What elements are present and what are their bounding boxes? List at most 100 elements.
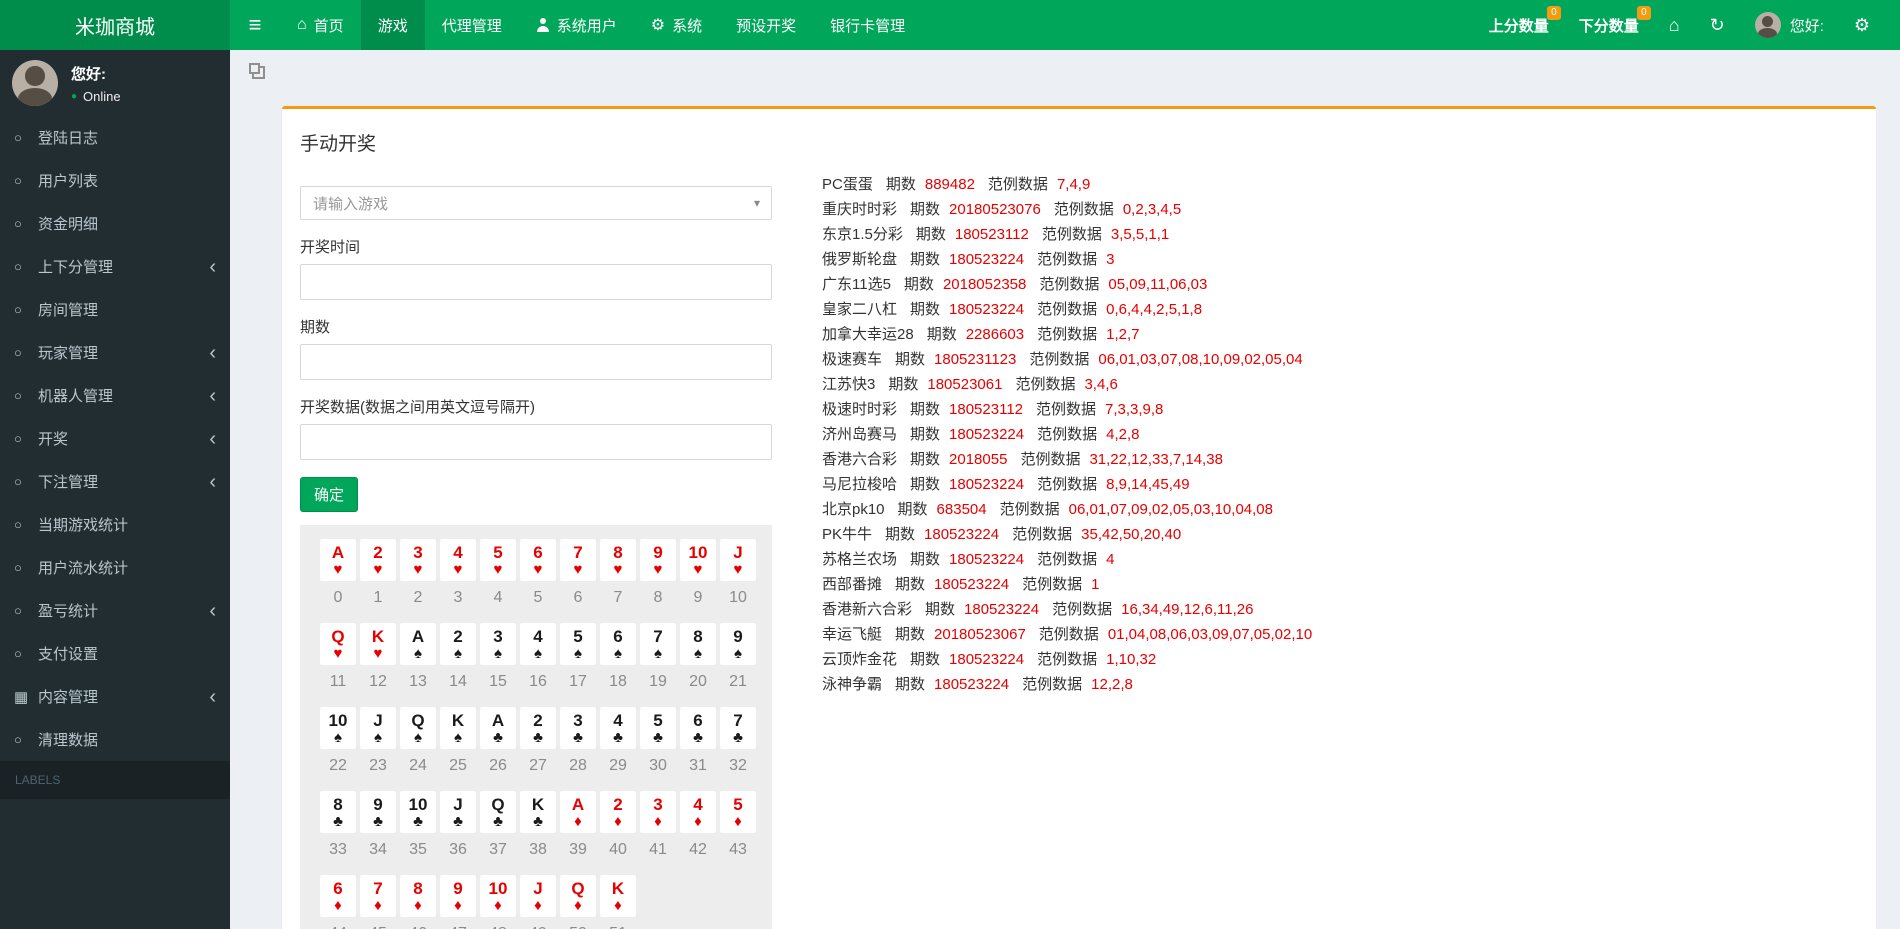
navbar-item-3[interactable]: 代理管理 xyxy=(425,0,519,50)
brand-logo[interactable]: 米珈商城 xyxy=(0,0,230,50)
card-cell-27[interactable]: 2♣27 xyxy=(518,707,558,791)
navbar-item-5[interactable]: ⚙系统 xyxy=(634,0,719,50)
card-cell-19[interactable]: 7♠19 xyxy=(638,623,678,707)
card-cell-22[interactable]: 10♠22 xyxy=(318,707,358,791)
navbar-item-4[interactable]: 系统用户 xyxy=(519,0,634,50)
card-cell-1[interactable]: 2♥1 xyxy=(358,539,398,623)
card-cell-35[interactable]: 10♣35 xyxy=(398,791,438,875)
playing-card: 8♦ xyxy=(400,875,436,917)
sidebar-item-12[interactable]: ○盈亏统计‹ xyxy=(0,589,230,632)
card-cell-25[interactable]: K♠25 xyxy=(438,707,478,791)
sidebar-item-4[interactable]: ○上下分管理‹ xyxy=(0,245,230,288)
card-cell-23[interactable]: J♠23 xyxy=(358,707,398,791)
card-cell-15[interactable]: 3♠15 xyxy=(478,623,518,707)
sidebar-item-7[interactable]: ○机器人管理‹ xyxy=(0,374,230,417)
sidebar-toggle-button[interactable]: ≡ xyxy=(230,0,280,50)
sidebar-item-10[interactable]: ○当期游戏统计 xyxy=(0,503,230,546)
card-cell-32[interactable]: 7♣32 xyxy=(718,707,758,791)
card-rank: 2 xyxy=(533,712,542,729)
card-cell-12[interactable]: K♥12 xyxy=(358,623,398,707)
card-cell-3[interactable]: 4♥3 xyxy=(438,539,478,623)
card-cell-8[interactable]: 9♥8 xyxy=(638,539,678,623)
card-cell-37[interactable]: Q♣37 xyxy=(478,791,518,875)
sidebar-item-2[interactable]: ○用户列表 xyxy=(0,159,230,202)
card-cell-26[interactable]: A♣26 xyxy=(478,707,518,791)
up-score-button[interactable]: 上分数量 0 xyxy=(1489,15,1549,36)
card-cell-33[interactable]: 8♣33 xyxy=(318,791,358,875)
sidebar-item-8[interactable]: ○开奖‹ xyxy=(0,417,230,460)
game-select[interactable]: 请输入游戏 ▾ xyxy=(300,186,772,220)
card-cell-11[interactable]: Q♥11 xyxy=(318,623,358,707)
card-cell-30[interactable]: 5♣30 xyxy=(638,707,678,791)
card-cell-29[interactable]: 4♣29 xyxy=(598,707,638,791)
sidebar-item-6[interactable]: ○玩家管理‹ xyxy=(0,331,230,374)
card-cell-40[interactable]: 2♦40 xyxy=(598,791,638,875)
card-cell-13[interactable]: A♠13 xyxy=(398,623,438,707)
game-name: 北京pk10 xyxy=(822,501,885,518)
card-cell-51[interactable]: K♦51 xyxy=(598,875,638,929)
card-cell-43[interactable]: 5♦43 xyxy=(718,791,758,875)
card-cell-46[interactable]: 8♦ 46 xyxy=(398,875,438,929)
navbar-item-1[interactable]: ⌂首页 xyxy=(280,0,361,50)
navbar-item-6[interactable]: 预设开奖 xyxy=(719,0,813,50)
window-restore-icon[interactable] xyxy=(252,66,265,79)
card-rank: 9 xyxy=(453,880,462,897)
sidebar-item-11[interactable]: ○用户流水统计 xyxy=(0,546,230,589)
card-cell-44[interactable]: 6♦44 xyxy=(318,875,358,929)
card-cell-41[interactable]: 3♦41 xyxy=(638,791,678,875)
card-cell-38[interactable]: K♣38 xyxy=(518,791,558,875)
sidebar-item-label: 内容管理 xyxy=(38,686,98,707)
card-index: 46 xyxy=(409,925,427,929)
navbar-item-7[interactable]: 银行卡管理 xyxy=(813,0,922,50)
card-cell-49[interactable]: J♦49 xyxy=(518,875,558,929)
card-cell-34[interactable]: 9♣34 xyxy=(358,791,398,875)
card-rank: J xyxy=(453,796,462,813)
sidebar-item-15[interactable]: ○清理数据 xyxy=(0,718,230,761)
home-icon[interactable]: ⌂ xyxy=(1669,16,1680,34)
sidebar-item-3[interactable]: ○资金明细 xyxy=(0,202,230,245)
sidebar-item-9[interactable]: ○下注管理‹ xyxy=(0,460,230,503)
game-line-19: 幸运飞艇期数20180523067范例数据01,04,08,06,03,09,0… xyxy=(822,622,1312,647)
draw-time-input[interactable] xyxy=(300,264,772,300)
card-cell-31[interactable]: 6♣31 xyxy=(678,707,718,791)
sidebar-item-13[interactable]: ○支付设置 xyxy=(0,632,230,675)
card-cell-14[interactable]: 2♠14 xyxy=(438,623,478,707)
settings-gears-icon[interactable]: ⚙ xyxy=(1854,16,1870,34)
card-cell-16[interactable]: 4♠16 xyxy=(518,623,558,707)
refresh-icon[interactable]: ↻ xyxy=(1710,16,1725,34)
card-cell-9[interactable]: 10♥9 xyxy=(678,539,718,623)
down-score-button[interactable]: 下分数量 0 xyxy=(1579,15,1639,36)
navbar-item-2[interactable]: 游戏 xyxy=(361,0,425,50)
card-cell-42[interactable]: 4♦42 xyxy=(678,791,718,875)
card-cell-39[interactable]: A♦39 xyxy=(558,791,598,875)
card-cell-47[interactable]: 9♦47 xyxy=(438,875,478,929)
card-cell-28[interactable]: 3♣28 xyxy=(558,707,598,791)
card-cell-17[interactable]: 5♠17 xyxy=(558,623,598,707)
card-cell-36[interactable]: J♣36 xyxy=(438,791,478,875)
card-cell-5[interactable]: 6♥5 xyxy=(518,539,558,623)
card-cell-48[interactable]: 10♦48 xyxy=(478,875,518,929)
period-input[interactable] xyxy=(300,344,772,380)
card-cell-4[interactable]: 5♥4 xyxy=(478,539,518,623)
sidebar-item-1[interactable]: ○登陆日志 xyxy=(0,116,230,159)
card-cell-7[interactable]: 8♥7 xyxy=(598,539,638,623)
card-cell-2[interactable]: 3♥2 xyxy=(398,539,438,623)
card-cell-10[interactable]: J♥10 xyxy=(718,539,758,623)
card-cell-18[interactable]: 6♠18 xyxy=(598,623,638,707)
card-rank: Q xyxy=(571,880,584,897)
sidebar-item-5[interactable]: ○房间管理 xyxy=(0,288,230,331)
game-line-11: 济州岛赛马期数180523224范例数据4,2,8 xyxy=(822,422,1312,447)
user-menu[interactable]: 您好: xyxy=(1755,12,1824,38)
draw-data-input[interactable] xyxy=(300,424,772,460)
card-cell-20[interactable]: 8♠20 xyxy=(678,623,718,707)
card-index: 16 xyxy=(529,673,547,691)
card-cell-0[interactable]: A♥0 xyxy=(318,539,358,623)
card-cell-45[interactable]: 7♦45 xyxy=(358,875,398,929)
sidebar-item-14[interactable]: ▦内容管理‹ xyxy=(0,675,230,718)
card-cell-6[interactable]: 7♥6 xyxy=(558,539,598,623)
card-cell-50[interactable]: Q♦50 xyxy=(558,875,598,929)
confirm-button[interactable]: 确定 xyxy=(300,477,358,512)
online-status[interactable]: ● Online xyxy=(71,89,121,104)
card-cell-21[interactable]: 9♠21 xyxy=(718,623,758,707)
card-cell-24[interactable]: Q♠24 xyxy=(398,707,438,791)
